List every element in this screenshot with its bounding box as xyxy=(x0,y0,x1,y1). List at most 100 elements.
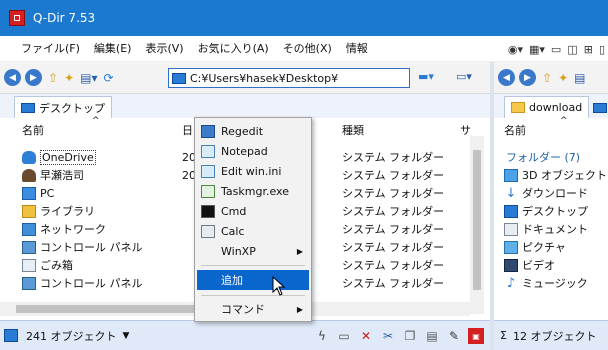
menu-edit[interactable]: 編集(E) xyxy=(87,36,139,62)
list-item[interactable]: ネットワーク xyxy=(22,220,106,238)
item-name: ミュージック xyxy=(522,277,588,290)
lightning-icon[interactable]: ϟ xyxy=(314,328,330,344)
menu-item-label: Cmd xyxy=(221,204,247,218)
left-status-bar: 241 オブジェクト ▼ ϟ ▭ ✕ ✂ ❐ ▤ ✎ ▣ xyxy=(0,320,490,350)
list-item[interactable]: ↓ ダウンロード xyxy=(504,184,588,202)
back-icon[interactable]: ◀ xyxy=(4,69,21,86)
item-name: コントロール パネル xyxy=(40,241,143,254)
up-folder-icon[interactable]: ⇧ xyxy=(542,71,552,85)
globe-icon[interactable]: ◉▾ xyxy=(508,43,523,56)
list-item[interactable]: ビデオ xyxy=(504,256,555,274)
list-item[interactable]: デスクトップ xyxy=(504,202,588,220)
forward-icon[interactable]: ▶ xyxy=(25,69,42,86)
taskmgr-icon xyxy=(201,184,215,198)
forward-icon[interactable]: ▶ xyxy=(519,69,536,86)
column-header-name[interactable]: 名前 xyxy=(22,122,44,142)
column-header-type[interactable]: 種類 xyxy=(342,122,364,142)
menu-item-add[interactable]: 追加 xyxy=(197,270,309,290)
menu-item-label: コマンド xyxy=(221,303,265,316)
menu-item-label: Taskmgr.exe xyxy=(221,184,289,198)
list-item[interactable]: PC xyxy=(22,184,54,202)
sort-indicator-icon: ^ xyxy=(560,116,568,126)
menu-view[interactable]: 表示(V) xyxy=(138,36,190,62)
menu-bar-tools: ◉▾ ▦▾ ▭ ◫ ⊞ ▯ xyxy=(505,36,608,62)
left-tab-row: デスクトップ xyxy=(0,94,490,118)
list-item[interactable]: コントロール パネル xyxy=(22,274,143,292)
chevron-down-icon[interactable]: ▼ xyxy=(123,331,130,341)
menu-item-cmd[interactable]: Cmd xyxy=(197,201,309,221)
menu-item-command[interactable]: コマンド ▶ xyxy=(197,299,309,319)
view-mode-icon[interactable]: ▤▾ xyxy=(80,71,97,85)
view-mode-icon[interactable]: ▤ xyxy=(574,71,585,85)
mouse-cursor-icon xyxy=(272,276,286,296)
desktop-icon[interactable] xyxy=(593,103,608,113)
right-tab-row: download xyxy=(494,94,608,118)
more-pane-icon[interactable]: ▯ xyxy=(599,43,605,56)
regedit-icon xyxy=(201,124,215,138)
up-folder-icon[interactable]: ⇧ xyxy=(48,71,58,85)
menu-item-winxp[interactable]: WinXP ▶ xyxy=(197,241,309,261)
single-pane-icon[interactable]: ▭ xyxy=(551,43,561,56)
item-name: 3D オブジェクト xyxy=(522,169,607,182)
address-dropdown-icon[interactable]: ▬▾ xyxy=(418,70,434,83)
column-header-name[interactable]: 名前 xyxy=(504,122,526,142)
delete-icon[interactable]: ✕ xyxy=(358,328,374,344)
list-item[interactable]: ライブラリ xyxy=(22,202,95,220)
group-header[interactable]: フォルダー (7) xyxy=(506,148,580,166)
desktop-icon xyxy=(4,329,18,342)
vertical-scrollbar[interactable] xyxy=(470,136,484,314)
list-item[interactable]: 早瀬浩司 xyxy=(22,166,84,184)
new-folder-icon[interactable]: ✦ xyxy=(558,71,568,85)
grid-layout-icon[interactable]: ▦▾ xyxy=(529,43,545,56)
tab-label: デスクトップ xyxy=(39,101,105,115)
cut-icon[interactable]: ✂ xyxy=(380,328,396,344)
quad-pane-icon[interactable]: ⊞ xyxy=(584,43,593,56)
menu-item-taskmgr[interactable]: Taskmgr.exe xyxy=(197,181,309,201)
list-item[interactable]: ドキュメント xyxy=(504,220,588,238)
item-name: ピクチャ xyxy=(522,241,566,254)
left-toolbar: ◀ ▶ ⇧ ✦ ▤▾ ⟳ C:¥Users¥hasek¥Desktop¥ ▬▾ … xyxy=(0,62,490,94)
back-icon[interactable]: ◀ xyxy=(498,69,515,86)
network-dropdown-icon[interactable]: ▭▾ xyxy=(456,70,472,83)
column-header-date[interactable]: 日 xyxy=(182,122,193,142)
library-icon xyxy=(22,204,36,218)
menu-favorites[interactable]: お気に入り(A) xyxy=(191,36,276,62)
list-item[interactable]: ごみ箱 xyxy=(22,256,73,274)
network-icon xyxy=(22,222,36,236)
list-item[interactable]: コントロール パネル xyxy=(22,238,143,256)
list-item[interactable]: OneDrive xyxy=(22,148,96,166)
menu-other[interactable]: その他(X) xyxy=(276,36,339,62)
address-bar[interactable]: C:¥Users¥hasek¥Desktop¥ xyxy=(168,68,410,88)
menu-item-edit-win-ini[interactable]: Edit win.ini xyxy=(197,161,309,181)
desktop-icon xyxy=(172,72,186,84)
calc-icon xyxy=(201,224,215,238)
app-icon xyxy=(9,10,25,26)
copy-icon[interactable]: ❐ xyxy=(402,328,418,344)
item-name: コントロール パネル xyxy=(40,277,143,290)
edit-icon[interactable]: ✎ xyxy=(446,328,462,344)
sigma-icon: Σ xyxy=(500,329,507,342)
list-item[interactable]: ♪ ミュージック xyxy=(504,274,588,292)
item-name: OneDrive xyxy=(40,149,96,165)
tab-download[interactable]: download xyxy=(504,96,590,118)
paste-icon[interactable]: ▤ xyxy=(424,328,440,344)
rename-icon[interactable]: ▭ xyxy=(336,328,352,344)
item-type: システム フォルダー xyxy=(342,151,445,164)
menu-item-notepad[interactable]: Notepad xyxy=(197,141,309,161)
menu-file[interactable]: ファイル(F) xyxy=(14,36,87,62)
menu-item-regedit[interactable]: Regedit xyxy=(197,121,309,141)
menu-item-calc[interactable]: Calc xyxy=(197,221,309,241)
submenu-arrow-icon: ▶ xyxy=(296,304,303,314)
list-item[interactable]: ピクチャ xyxy=(504,238,566,256)
right-file-list: 名前 ^ フォルダー (7) 3D オブジェクト ↓ ダウンロード デスクトップ… xyxy=(494,116,608,318)
item-name: ごみ箱 xyxy=(40,259,73,272)
list-item[interactable]: 3D オブジェクト xyxy=(504,166,607,184)
refresh-icon[interactable]: ⟳ xyxy=(104,71,114,85)
menu-item-label: WinXP xyxy=(221,244,256,258)
menu-info[interactable]: 情報 xyxy=(339,36,375,62)
item-name: 早瀬浩司 xyxy=(40,169,84,182)
app-icon[interactable]: ▣ xyxy=(468,328,484,344)
new-folder-icon[interactable]: ✦ xyxy=(64,71,74,85)
tab-desktop[interactable]: デスクトップ xyxy=(14,96,112,118)
dual-pane-icon[interactable]: ◫ xyxy=(567,43,577,56)
